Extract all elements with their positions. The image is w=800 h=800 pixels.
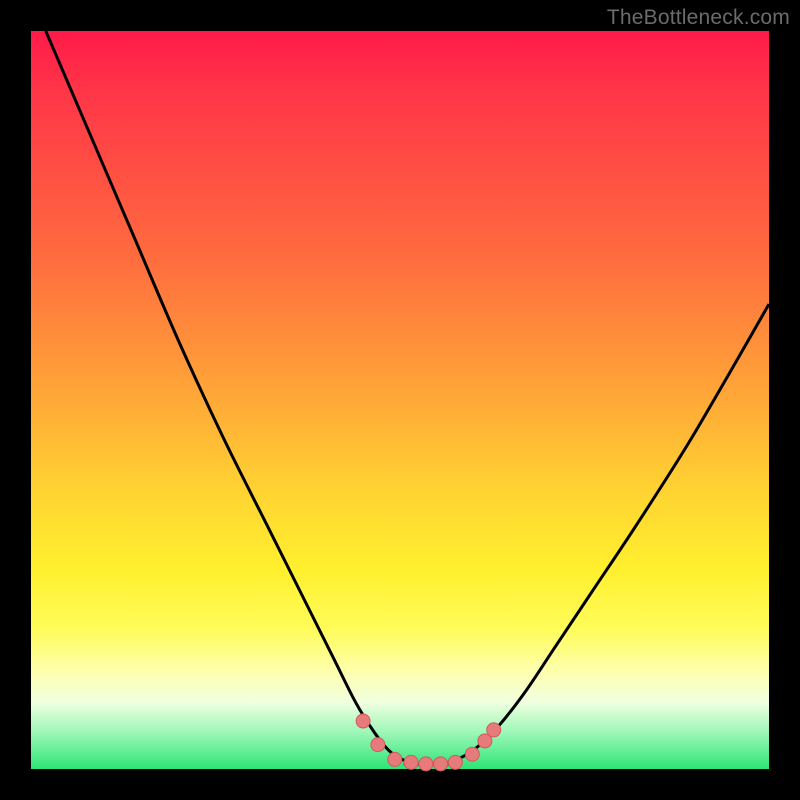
- watermark-text: TheBottleneck.com: [607, 6, 790, 30]
- bottleneck-curve-left: [46, 31, 419, 764]
- data-marker: [487, 723, 501, 737]
- data-marker: [419, 757, 433, 771]
- data-marker: [388, 752, 402, 766]
- bottleneck-curve-right: [444, 304, 769, 764]
- data-marker: [465, 747, 479, 761]
- data-marker: [434, 757, 448, 771]
- data-marker: [404, 755, 418, 769]
- data-marker: [371, 738, 385, 752]
- outer-frame: TheBottleneck.com: [0, 0, 800, 800]
- curve-overlay: [31, 31, 769, 769]
- data-marker: [356, 714, 370, 728]
- data-marker: [448, 755, 462, 769]
